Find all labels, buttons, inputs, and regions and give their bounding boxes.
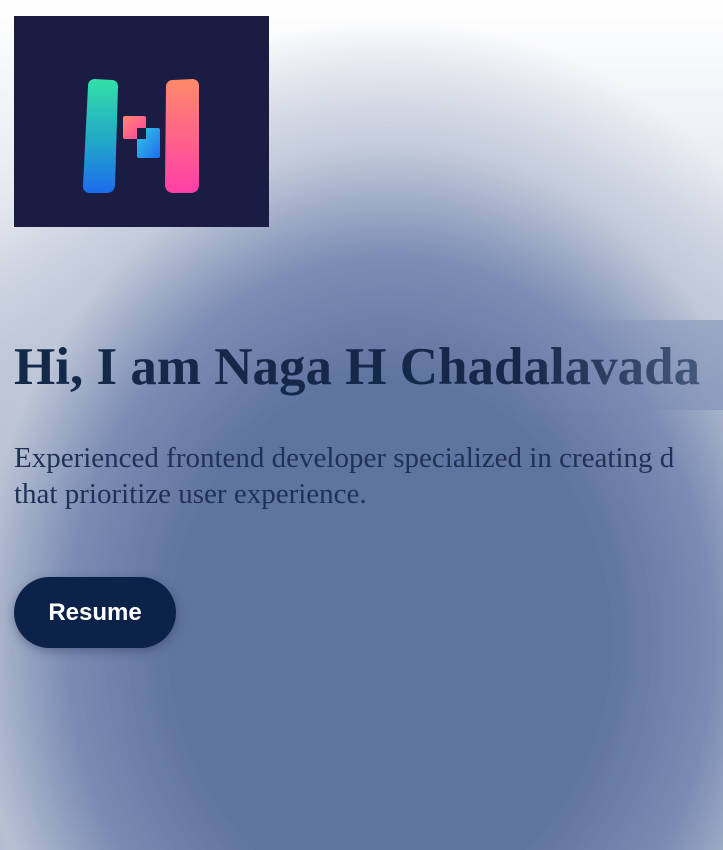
hero-description-line2: that prioritize user experience. [14,478,367,510]
hero-description-line1: Experienced frontend developer specializ… [14,442,675,474]
hero-description: Experienced frontend developer specializ… [14,440,723,512]
hero-title: Hi, I am Naga H Chadalavada [14,338,701,396]
site-logo[interactable] [14,16,269,227]
h-logo-icon [83,79,199,193]
resume-button[interactable]: Resume [14,577,176,648]
